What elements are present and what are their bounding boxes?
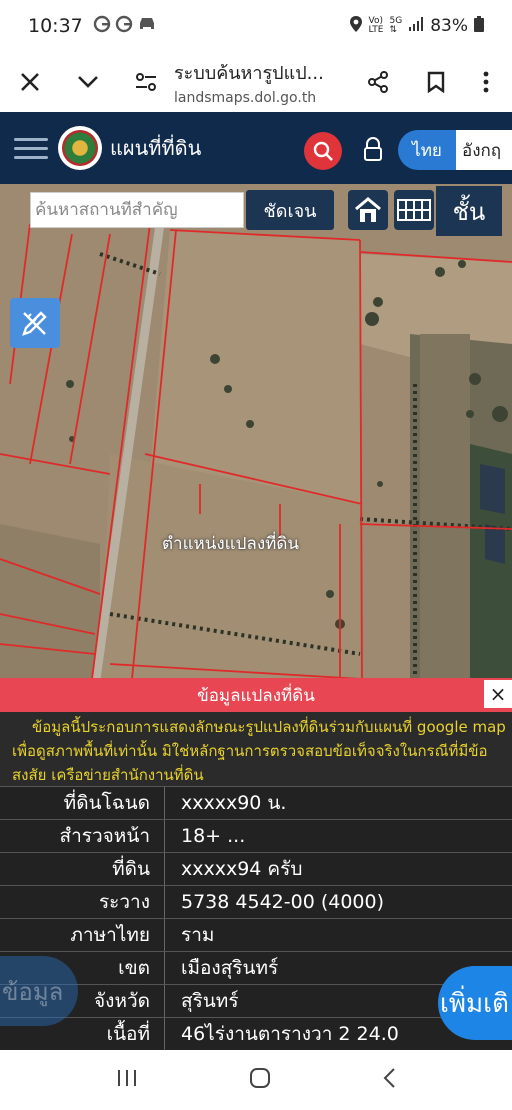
- status-bar: 10:37 Vo) LTE 5G ⇅ 83%: [0, 0, 512, 52]
- status-right: Vo) LTE 5G ⇅ 83%: [349, 15, 484, 38]
- page-url: landsmaps.dol.go.th: [174, 90, 317, 106]
- row-value: xxxxx90 น.: [181, 792, 287, 814]
- expand-button[interactable]: [66, 60, 110, 104]
- row-label: ภาษาไทย: [0, 919, 165, 951]
- more-menu-button[interactable]: [464, 60, 508, 104]
- lock-icon[interactable]: [360, 136, 386, 164]
- table-row: ที่ดินโฉนด xxxxx90 น.: [0, 786, 512, 819]
- system-nav-bar: [0, 1050, 512, 1110]
- table-row: สำรวจหน้า 18+ ...: [0, 819, 512, 852]
- hamburger-menu-icon[interactable]: [14, 137, 48, 159]
- table-row: เขต เมืองสุรินทร์: [0, 951, 512, 984]
- battery-icon: [474, 15, 484, 37]
- row-label: ที่ดินโฉนด: [0, 787, 165, 819]
- grid-icon: [397, 199, 431, 221]
- map-view[interactable]: [0, 184, 512, 679]
- row-label: ระวาง: [0, 886, 165, 918]
- table-row: เนื้อที่ 46ไร่งานตารางวา 2 24.0: [0, 1017, 512, 1050]
- panel-disclaimer: ข้อมูลนี้ประกอบการแสดงลักษณะรูปแปลงที่ดิ…: [0, 712, 512, 786]
- language-toggle: ไทย อังกฤ: [398, 130, 512, 170]
- recent-apps-icon: [117, 1070, 136, 1086]
- bookmark-button[interactable]: [414, 60, 458, 104]
- clear-button[interactable]: ชัดเจน: [246, 190, 334, 230]
- home-icon: [355, 197, 381, 222]
- panel-header: ข้อมูลแปลงที่ดิน: [0, 678, 512, 712]
- info-floating-button[interactable]: ข้อมูล: [0, 956, 78, 1026]
- home-button[interactable]: [348, 190, 388, 230]
- pencil-ruler-icon: [22, 311, 47, 336]
- close-panel-button[interactable]: ×: [484, 680, 512, 708]
- kebab-menu-icon: [483, 71, 489, 93]
- status-left-icons: [93, 15, 157, 38]
- site-settings-button[interactable]: [124, 60, 168, 104]
- map-search-field[interactable]: [30, 192, 244, 228]
- row-label: ที่ดิน: [0, 853, 165, 885]
- signal-icon: [408, 16, 424, 37]
- app-name: แผนที่ที่ดิน: [110, 136, 202, 160]
- google-g-icon: [93, 15, 111, 38]
- 5g-icon: 5G ⇅: [389, 16, 403, 35]
- row-value: xxxxx94 ครับ: [181, 858, 303, 880]
- volte-icon: Vo) LTE: [368, 16, 384, 35]
- more-button[interactable]: เพิ่มเติ: [438, 966, 512, 1040]
- search-icon: [313, 141, 333, 161]
- tune-icon: [136, 73, 156, 91]
- browser-bar: ระบบค้นหารูปแป... landsmaps.dol.go.th: [0, 52, 512, 112]
- parcel-info-table: ที่ดินโฉนด xxxxx90 น. สำรวจหน้า 18+ ... ที…: [0, 786, 512, 1050]
- row-value: 5738 4542-00 (4000): [181, 891, 384, 913]
- location-icon: [349, 15, 363, 38]
- close-tab-button[interactable]: [8, 60, 52, 104]
- browser-title-area[interactable]: ระบบค้นหารูปแป... landsmaps.dol.go.th: [168, 58, 356, 106]
- lang-thai-button[interactable]: ไทย: [398, 130, 456, 170]
- close-icon: [21, 73, 39, 91]
- car-icon: [137, 15, 157, 37]
- disclaimer-text: ข้อมูลนี้ประกอบการแสดงลักษณะรูปแปลงที่ดิ…: [12, 718, 506, 784]
- table-row: ที่ดิน xxxxx94 ครับ: [0, 852, 512, 885]
- bookmark-icon: [427, 71, 445, 93]
- row-value: ราม: [181, 924, 215, 946]
- lang-english-button[interactable]: อังกฤ: [456, 130, 512, 170]
- share-button[interactable]: [356, 60, 400, 104]
- parcel-position-label: ตำแหน่งแปลงที่ดิน: [162, 534, 300, 554]
- map-search-input[interactable]: [35, 200, 243, 220]
- grid-button[interactable]: [394, 190, 434, 230]
- search-button[interactable]: [304, 132, 342, 170]
- table-row: ภาษาไทย ราม: [0, 918, 512, 951]
- home-circle-icon: [249, 1068, 270, 1088]
- row-label: สำรวจหน้า: [0, 820, 165, 852]
- share-icon: [368, 71, 388, 93]
- satellite-map: [0, 184, 512, 679]
- battery-level: 83%: [430, 16, 468, 36]
- back-button[interactable]: [382, 1067, 396, 1093]
- back-icon: [383, 1068, 396, 1088]
- google-g-icon: [115, 15, 133, 38]
- layer-button[interactable]: ชั้น: [436, 186, 502, 236]
- status-time: 10:37: [28, 15, 83, 37]
- page-title: ระบบค้นหารูปแป...: [174, 63, 324, 84]
- draw-tool-button[interactable]: [10, 298, 60, 348]
- row-value: 18+ ...: [181, 825, 246, 847]
- home-nav-button[interactable]: [249, 1067, 271, 1093]
- dol-logo: [58, 126, 102, 170]
- table-row: ระวาง 5738 4542-00 (4000): [0, 885, 512, 918]
- chevron-down-icon: [78, 76, 98, 88]
- recent-apps-button[interactable]: [116, 1068, 138, 1092]
